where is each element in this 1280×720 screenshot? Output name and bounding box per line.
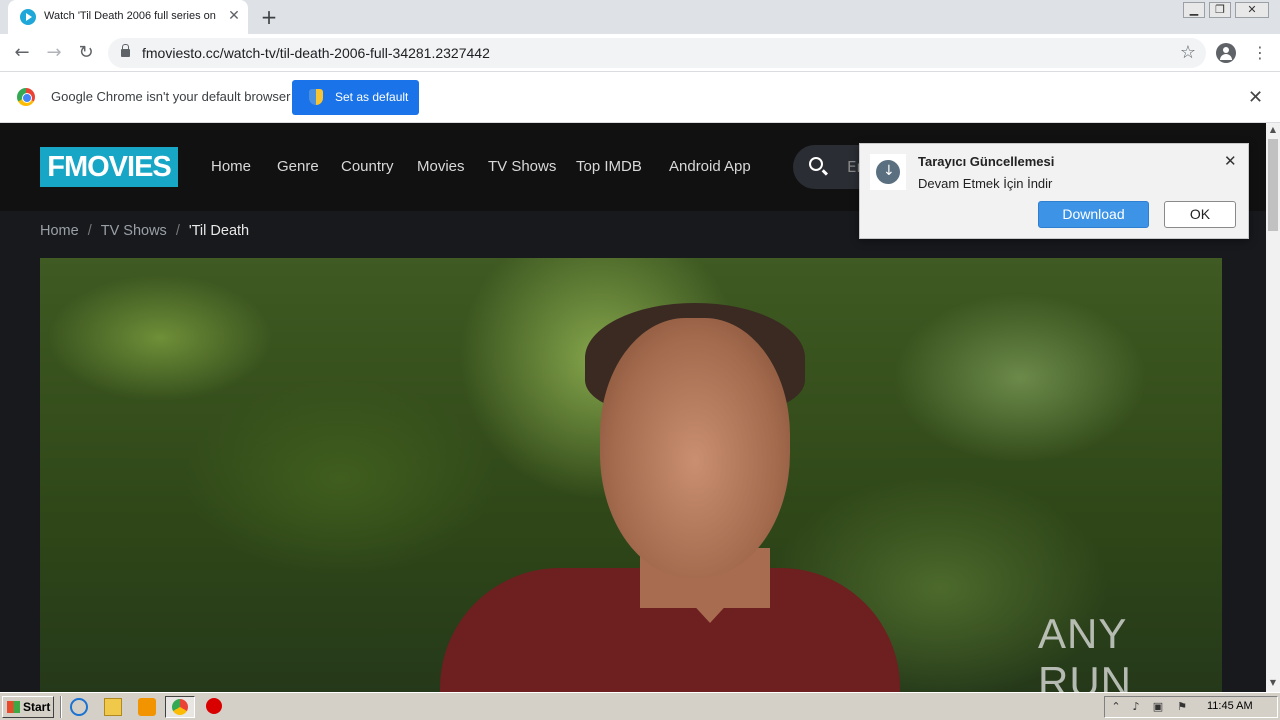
tray-expand-icon[interactable]: ⌃ bbox=[1109, 701, 1123, 713]
video-player[interactable]: ANY RUN bbox=[40, 258, 1222, 692]
notification-close-icon[interactable]: ✕ bbox=[1224, 152, 1237, 170]
chrome-logo-icon bbox=[17, 88, 35, 106]
nav-movies[interactable]: Movies bbox=[417, 158, 465, 175]
video-frame-face bbox=[600, 318, 790, 578]
breadcrumb-separator: / bbox=[175, 223, 180, 239]
breadcrumb-home[interactable]: Home bbox=[40, 223, 79, 239]
play-favicon-icon bbox=[20, 9, 36, 25]
windows-logo-icon bbox=[7, 701, 20, 713]
network-icon[interactable]: ▣ bbox=[1151, 701, 1165, 713]
volume-icon[interactable]: ♪ bbox=[1129, 701, 1143, 713]
window-close-icon[interactable]: ✕ bbox=[1235, 2, 1269, 18]
breadcrumb: Home / TV Shows / 'Til Death bbox=[40, 223, 249, 239]
bookmark-star-icon[interactable]: ☆ bbox=[1180, 42, 1196, 63]
media-player-icon[interactable] bbox=[138, 698, 156, 716]
nav-tv-shows[interactable]: TV Shows bbox=[488, 158, 556, 175]
restore-icon[interactable]: ❐ bbox=[1209, 2, 1231, 18]
system-tray: ⌃ ♪ ▣ ⚑ 11:45 AM bbox=[1104, 696, 1278, 718]
taskbar-clock[interactable]: 11:45 AM bbox=[1207, 700, 1253, 712]
back-arrow-icon[interactable]: ← bbox=[10, 42, 34, 64]
reload-icon[interactable]: ↻ bbox=[74, 42, 98, 64]
address-bar[interactable]: fmoviesto.cc/watch-tv/til-death-2006-ful… bbox=[108, 38, 1206, 68]
set-as-default-label: Set as default bbox=[335, 90, 409, 104]
browser-tab[interactable]: Watch 'Til Death 2006 full series on F ✕ bbox=[8, 0, 248, 34]
taskbar-divider bbox=[60, 696, 62, 718]
action-center-flag-icon[interactable]: ⚑ bbox=[1175, 701, 1189, 713]
shield-icon bbox=[309, 89, 323, 105]
scroll-up-icon[interactable]: ▲ bbox=[1268, 125, 1278, 137]
scroll-down-icon[interactable]: ▼ bbox=[1268, 678, 1278, 690]
nav-genre[interactable]: Genre bbox=[277, 158, 319, 175]
tab-strip: Watch 'Til Death 2006 full series on F ✕… bbox=[0, 0, 1280, 34]
search-icon[interactable] bbox=[809, 157, 823, 171]
start-label: Start bbox=[23, 700, 51, 714]
scroll-thumb[interactable] bbox=[1268, 139, 1278, 231]
start-button[interactable]: Start bbox=[2, 696, 54, 718]
breadcrumb-tv-shows[interactable]: TV Shows bbox=[101, 223, 167, 239]
infobar-close-icon[interactable]: ✕ bbox=[1248, 87, 1263, 108]
browser-toolbar: ← → ↻ fmoviesto.cc/watch-tv/til-death-20… bbox=[0, 34, 1280, 72]
file-explorer-icon[interactable] bbox=[104, 698, 122, 716]
infobar-message: Google Chrome isn't your default browser bbox=[51, 89, 291, 104]
lock-icon[interactable] bbox=[121, 44, 130, 57]
notification-title: Tarayıcı Güncellemesi bbox=[918, 154, 1055, 169]
fmovies-logo[interactable]: FMOVIES bbox=[40, 147, 178, 187]
download-icon bbox=[870, 154, 906, 190]
breadcrumb-current: 'Til Death bbox=[188, 223, 250, 239]
internet-explorer-icon[interactable] bbox=[70, 698, 88, 716]
nav-android-app[interactable]: Android App bbox=[669, 158, 751, 175]
default-browser-infobar: Google Chrome isn't your default browser… bbox=[0, 72, 1280, 123]
new-tab-icon[interactable]: + bbox=[258, 6, 280, 28]
profile-icon[interactable] bbox=[1216, 43, 1236, 63]
stop-sign-icon[interactable] bbox=[206, 698, 222, 714]
nav-top-imdb[interactable]: Top IMDB bbox=[576, 158, 642, 175]
minimize-icon[interactable]: ▁ bbox=[1183, 2, 1205, 18]
update-notification: Tarayıcı Güncellemesi Devam Etmek İçin İ… bbox=[859, 143, 1249, 239]
menu-kebab-icon[interactable]: ⋮ bbox=[1252, 43, 1268, 63]
page-scrollbar[interactable]: ▲ ▼ bbox=[1266, 123, 1280, 692]
ok-button[interactable]: OK bbox=[1164, 201, 1236, 228]
set-as-default-button[interactable]: Set as default bbox=[292, 80, 419, 115]
anyrun-watermark: ANY RUN bbox=[1038, 610, 1132, 692]
nav-country[interactable]: Country bbox=[341, 158, 394, 175]
tab-title: Watch 'Til Death 2006 full series on F bbox=[44, 10, 219, 22]
notification-body: Devam Etmek İçin İndir bbox=[918, 176, 1053, 191]
tab-close-icon[interactable]: ✕ bbox=[226, 8, 242, 24]
breadcrumb-separator: / bbox=[87, 223, 92, 239]
download-button[interactable]: Download bbox=[1038, 201, 1149, 228]
forward-arrow-icon[interactable]: → bbox=[42, 42, 66, 64]
nav-home[interactable]: Home bbox=[211, 158, 251, 175]
chrome-icon[interactable] bbox=[172, 699, 188, 715]
taskbar: Start ⌃ ♪ ▣ ⚑ 11:45 AM bbox=[0, 692, 1280, 720]
url-text[interactable]: fmoviesto.cc/watch-tv/til-death-2006-ful… bbox=[142, 45, 490, 61]
